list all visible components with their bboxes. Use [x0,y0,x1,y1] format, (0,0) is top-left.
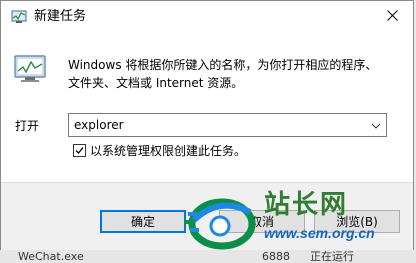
close-button[interactable] [379,5,405,29]
description-text: Windows 将根据你所键入的名称，为你打开相应的程序、文件夹、文档或 Int… [68,58,378,90]
run-icon [14,53,46,85]
site-watermark: 站长网 www.sem.org.cn [180,188,416,254]
open-label: 打开 [15,119,40,133]
watermark-url: www.sem.org.cn [264,225,375,241]
command-combobox[interactable]: explorer [68,113,387,137]
admin-checkbox[interactable] [73,144,86,157]
watermark-logo-icon [180,190,262,252]
chevron-down-icon[interactable] [371,120,381,130]
task-manager-icon [11,9,27,25]
title-bar[interactable]: 新建任务 [1,1,413,33]
watermark-text: 站长网 [264,190,349,220]
ok-button[interactable]: 确定 [100,210,186,233]
window-title: 新建任务 [34,9,87,24]
process-name: WeChat.exe [18,250,84,263]
command-input[interactable]: explorer [74,117,124,133]
close-icon [386,10,398,24]
admin-checkbox-label: 以系统管理权限创建此任务。 [90,144,247,158]
